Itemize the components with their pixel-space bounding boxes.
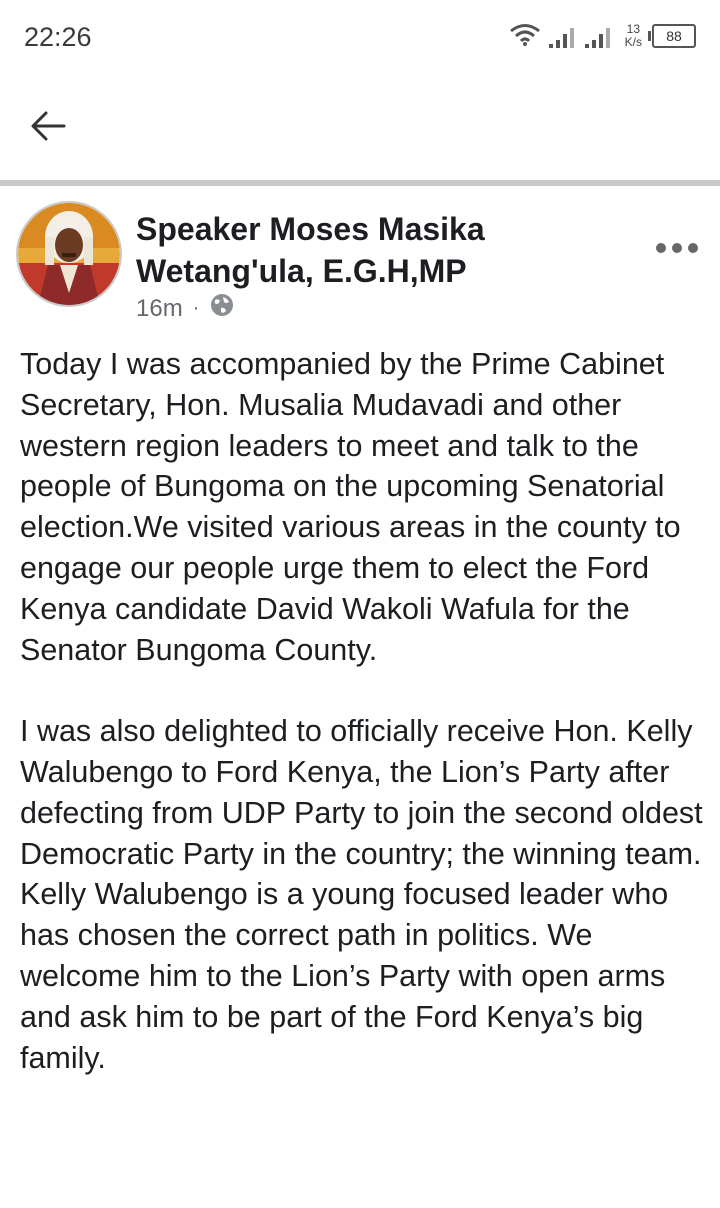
post-author[interactable]: Speaker Moses Masika Wetang'ula, E.G.H,M… <box>136 208 596 292</box>
avatar[interactable] <box>18 203 120 305</box>
post-meta: 16m · <box>136 292 235 325</box>
system-icons: 13 K/s 88 <box>509 20 696 52</box>
avatar-image <box>18 203 120 305</box>
battery-level: 88 <box>666 28 682 44</box>
network-speed: 13 K/s <box>625 23 642 49</box>
more-dot <box>672 243 682 253</box>
meta-separator: · <box>192 297 200 319</box>
header-divider <box>0 180 720 186</box>
more-options-button[interactable] <box>656 238 698 258</box>
signal-bars-icon <box>548 24 577 48</box>
back-button[interactable] <box>24 102 72 150</box>
network-speed-unit: K/s <box>624 35 642 49</box>
status-bar: 22:26 13 K/s 88 <box>0 0 720 72</box>
post-time: 16m <box>136 294 183 322</box>
more-dot <box>688 243 698 253</box>
globe-icon <box>209 292 235 325</box>
wifi-icon <box>509 22 541 51</box>
battery-icon: 88 <box>648 24 696 48</box>
post-text: Today I was accompanied by the Prime Cab… <box>20 347 703 1075</box>
network-speed-value: 13 <box>626 22 640 36</box>
arrow-left-icon <box>24 111 72 154</box>
status-time: 22:26 <box>24 22 92 52</box>
more-dot <box>656 243 666 253</box>
signal-bars-icon-secondary <box>584 24 613 48</box>
app-bar <box>0 72 720 180</box>
